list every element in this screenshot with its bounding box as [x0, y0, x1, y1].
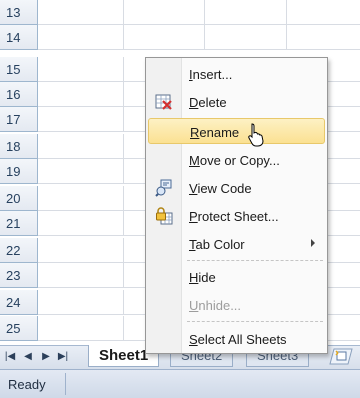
status-divider	[65, 373, 66, 395]
menu-separator	[187, 260, 323, 261]
row-cells[interactable]	[38, 25, 360, 50]
menu-item-tab-color[interactable]: Tab Color	[148, 231, 325, 257]
menu-item-label: Hide	[189, 270, 216, 285]
submenu-arrow-icon	[311, 239, 315, 247]
menu-item-delete[interactable]: Delete	[148, 89, 325, 115]
menu-item-label: Rename	[190, 125, 240, 140]
row-header[interactable]: 13	[0, 0, 38, 25]
menu-item-hide[interactable]: Hide	[148, 264, 325, 290]
menu-item-view-code[interactable]: View Code	[148, 175, 325, 201]
menu-item-insert[interactable]: Insert...	[148, 61, 325, 87]
row-header[interactable]: 18	[0, 134, 38, 159]
menu-item-label: Select All Sheets	[189, 332, 287, 347]
grid-row-13[interactable]: 13	[0, 0, 360, 25]
row-header[interactable]: 17	[0, 107, 38, 132]
row-header[interactable]: 22	[0, 238, 38, 263]
row-header[interactable]: 15	[0, 57, 38, 82]
status-bar: Ready	[0, 369, 360, 398]
menu-item-rename[interactable]: Rename	[148, 118, 325, 144]
protect-sheet-icon	[156, 207, 173, 225]
insert-sheet-button[interactable]	[328, 347, 358, 367]
row-header[interactable]: 25	[0, 316, 38, 341]
menu-item-unhide[interactable]: Unhide...	[148, 292, 325, 318]
mouse-cursor-icon	[248, 123, 264, 147]
menu-item-label: Tab Color	[189, 237, 245, 252]
row-header[interactable]: 24	[0, 290, 38, 315]
next-sheet-button[interactable]: ▶	[38, 348, 54, 366]
row-header[interactable]: 20	[0, 186, 38, 211]
row-header[interactable]: 14	[0, 25, 38, 50]
menu-separator	[187, 321, 323, 322]
menu-item-label: Insert...	[189, 67, 233, 82]
menu-item-label: Protect Sheet...	[189, 209, 279, 224]
row-header[interactable]: 21	[0, 211, 38, 236]
insert-sheet-icon	[329, 348, 353, 365]
view-code-icon	[155, 179, 172, 197]
menu-item-label: Move or Copy...	[189, 153, 280, 168]
sheet-tab-context-menu: Insert... Delete Rename Move or Copy... …	[145, 57, 328, 354]
row-header[interactable]: 19	[0, 159, 38, 184]
menu-item-protect-sheet[interactable]: Protect Sheet...	[148, 203, 325, 229]
prev-sheet-button[interactable]: ◀	[20, 348, 36, 366]
menu-item-select-all-sheets[interactable]: Select All Sheets	[148, 326, 325, 352]
menu-item-label: Delete	[189, 95, 227, 110]
menu-item-label: Unhide...	[189, 298, 242, 313]
status-ready: Ready	[8, 377, 46, 392]
row-cells[interactable]	[38, 0, 360, 25]
menu-item-label: View Code	[189, 181, 252, 196]
row-header[interactable]: 16	[0, 82, 38, 107]
last-sheet-button[interactable]: ▶|	[55, 348, 71, 366]
first-sheet-button[interactable]: |◀	[2, 348, 18, 366]
menu-item-move-or-copy[interactable]: Move or Copy...	[148, 147, 325, 173]
row-header[interactable]: 23	[0, 263, 38, 288]
grid-row-14[interactable]: 14	[0, 25, 360, 50]
delete-sheet-icon	[155, 94, 172, 110]
